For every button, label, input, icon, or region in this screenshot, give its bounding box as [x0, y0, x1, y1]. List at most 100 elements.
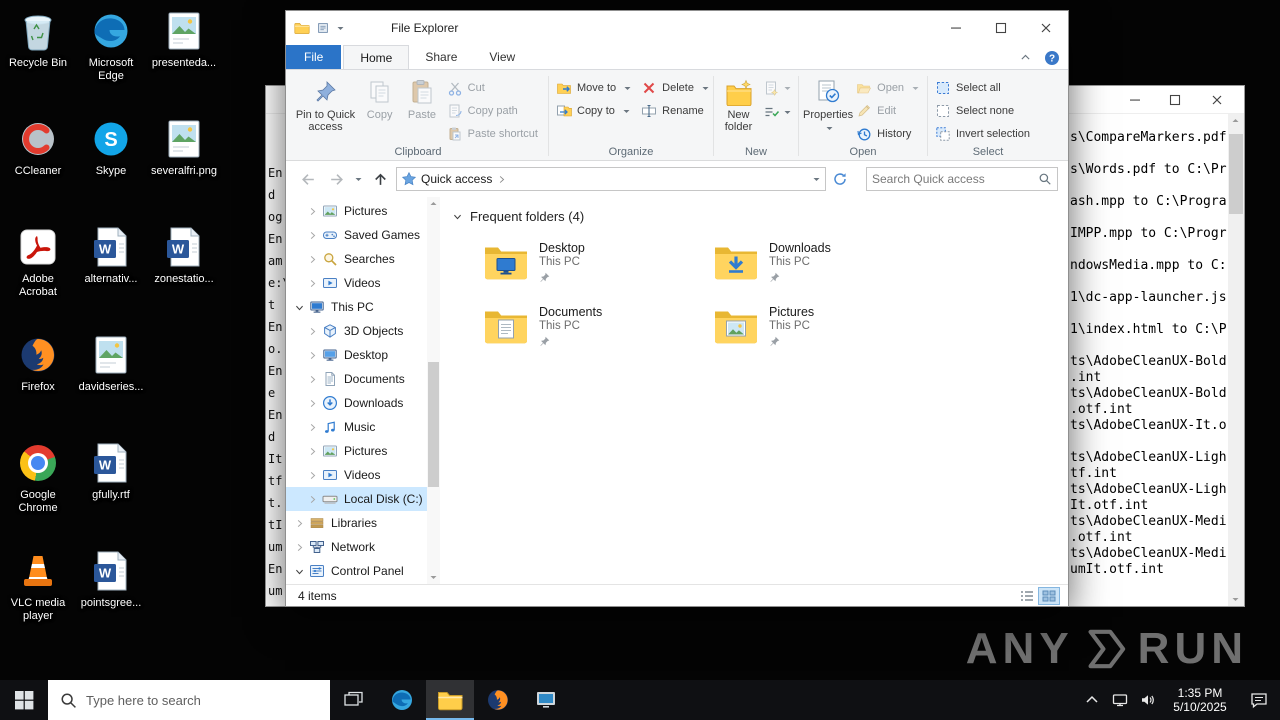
- desktop-icon-skype[interactable]: S Skype: [75, 116, 147, 220]
- bg-maximize-button[interactable]: [1162, 90, 1188, 110]
- nav-item-desktop[interactable]: Desktop: [286, 343, 440, 367]
- address-box[interactable]: Quick access: [396, 167, 826, 191]
- new-item-button[interactable]: [761, 77, 794, 99]
- desktop-icon-davidseries-img[interactable]: davidseries...: [75, 332, 147, 436]
- desktop-icon-pointsgree-doc[interactable]: Wpointsgree...: [75, 548, 147, 652]
- desktop-icon-presenteda-png[interactable]: presenteda...: [148, 8, 220, 112]
- bg-minimize-button[interactable]: [1122, 90, 1148, 110]
- nav-item-this-pc[interactable]: This PC: [286, 295, 440, 319]
- minimize-button[interactable]: [933, 12, 978, 45]
- nav-item-pictures[interactable]: Pictures: [286, 199, 440, 223]
- explorer-search-input[interactable]: [872, 172, 1038, 186]
- chevron-right-icon[interactable]: [307, 398, 319, 409]
- scrollbar-thumb[interactable]: [428, 362, 439, 487]
- invert-selection-button[interactable]: Invert selection: [932, 123, 1036, 145]
- chevron-right-icon[interactable]: [307, 422, 319, 433]
- folder-tile-desktop[interactable]: Desktop This PC: [482, 240, 700, 304]
- scroll-up-icon[interactable]: [429, 199, 438, 208]
- refresh-button[interactable]: [826, 167, 854, 191]
- scroll-down-icon[interactable]: [1231, 595, 1240, 604]
- desktop-icon-adobe-acrobat[interactable]: Adobe Acrobat: [2, 224, 74, 328]
- volume-button[interactable]: [1134, 680, 1162, 720]
- easy-access-button[interactable]: [761, 101, 794, 123]
- chevron-right-icon[interactable]: [307, 206, 319, 217]
- tab-share[interactable]: Share: [409, 45, 473, 69]
- nav-item-3d-objects[interactable]: 3D Objects: [286, 319, 440, 343]
- chevron-right-icon[interactable]: [307, 230, 319, 241]
- delete-button[interactable]: Delete: [638, 77, 716, 99]
- explorer-search-box[interactable]: [866, 167, 1058, 191]
- nav-item-videos[interactable]: Videos: [286, 463, 440, 487]
- pin-to-quick-access-button[interactable]: Pin to Quick access: [292, 75, 359, 133]
- qat-properties-button[interactable]: [316, 21, 330, 35]
- tray-expand-button[interactable]: [1078, 680, 1106, 720]
- network-button[interactable]: [1106, 680, 1134, 720]
- chevron-right-icon[interactable]: [307, 326, 319, 337]
- taskbar-edge-button[interactable]: [378, 680, 426, 720]
- scrollbar-thumb[interactable]: [1229, 134, 1243, 214]
- properties-button[interactable]: Properties: [803, 75, 853, 133]
- folder-tile-pictures[interactable]: Pictures This PC: [712, 304, 930, 368]
- chevron-right-icon[interactable]: [307, 254, 319, 265]
- copy-button[interactable]: Copy: [359, 75, 400, 121]
- desktop-icon-vlc-media-player[interactable]: VLC media player: [2, 548, 74, 652]
- nav-item-pictures[interactable]: Pictures: [286, 439, 440, 463]
- scroll-up-icon[interactable]: [1231, 116, 1240, 125]
- copy-path-button[interactable]: Copy path: [444, 100, 544, 122]
- address-dropdown-icon[interactable]: [812, 175, 821, 184]
- recent-locations-button[interactable]: [350, 167, 366, 191]
- desktop-icon-gfully-rtf[interactable]: Wgfully.rtf: [75, 440, 147, 544]
- minimize-ribbon-icon[interactable]: [1019, 51, 1032, 64]
- nav-scrollbar[interactable]: [427, 197, 440, 584]
- paste-shortcut-button[interactable]: Paste shortcut: [444, 123, 544, 145]
- background-window-scrollbar[interactable]: [1228, 114, 1244, 606]
- open-button[interactable]: Open: [853, 77, 926, 99]
- taskbar-search[interactable]: [48, 680, 330, 720]
- collapse-chevron-icon[interactable]: [452, 211, 463, 222]
- nav-item-downloads[interactable]: Downloads: [286, 391, 440, 415]
- chevron-right-icon[interactable]: [307, 494, 319, 505]
- taskbar-search-input[interactable]: [86, 692, 318, 708]
- chevron-right-icon[interactable]: [294, 542, 306, 553]
- bg-close-button[interactable]: [1204, 90, 1230, 110]
- desktop-icon-recycle-bin[interactable]: Recycle Bin: [2, 8, 74, 112]
- paste-button[interactable]: Paste: [400, 75, 443, 121]
- chevron-right-icon[interactable]: [307, 374, 319, 385]
- scroll-down-icon[interactable]: [429, 573, 438, 582]
- nav-item-documents[interactable]: Documents: [286, 367, 440, 391]
- edit-button[interactable]: Edit: [853, 100, 926, 122]
- rename-button[interactable]: Rename: [638, 100, 716, 122]
- folder-tile-downloads[interactable]: Downloads This PC: [712, 240, 930, 304]
- new-folder-button[interactable]: New folder: [718, 75, 759, 133]
- start-button[interactable]: [0, 680, 48, 720]
- desktop-icon-ccleaner[interactable]: CCleaner: [2, 116, 74, 220]
- nav-item-control-panel[interactable]: Control Panel: [286, 559, 440, 583]
- breadcrumb-chevron-icon[interactable]: [496, 174, 507, 185]
- back-button[interactable]: [294, 167, 322, 191]
- chevron-right-icon[interactable]: [307, 470, 319, 481]
- chevron-down-icon[interactable]: [294, 302, 306, 313]
- help-icon[interactable]: ?: [1044, 50, 1060, 66]
- move-to-button[interactable]: Move to: [553, 77, 638, 99]
- close-button[interactable]: [1023, 12, 1068, 45]
- desktop-icon-severalfri-png[interactable]: severalfri.png: [148, 116, 220, 220]
- history-button[interactable]: History: [853, 123, 926, 145]
- qat-dropdown-icon[interactable]: [336, 24, 345, 33]
- chevron-right-icon[interactable]: [307, 278, 319, 289]
- taskbar-app-window-button[interactable]: [522, 680, 570, 720]
- chevron-down-icon[interactable]: [294, 566, 306, 577]
- copy-to-button[interactable]: Copy to: [553, 100, 638, 122]
- frequent-folders-header[interactable]: Frequent folders (4): [452, 209, 1068, 224]
- details-view-button[interactable]: [1016, 587, 1038, 605]
- nav-item-videos[interactable]: Videos: [286, 271, 440, 295]
- chevron-right-icon[interactable]: [307, 350, 319, 361]
- up-button[interactable]: [366, 167, 394, 191]
- breadcrumb[interactable]: Quick access: [421, 172, 492, 186]
- desktop-icon-zonestatio-doc[interactable]: Wzonestatio...: [148, 224, 220, 328]
- tab-file[interactable]: File: [286, 45, 342, 69]
- nav-item-local-disk-c[interactable]: Local Disk (C:): [286, 487, 440, 511]
- chevron-right-icon[interactable]: [307, 446, 319, 457]
- clock[interactable]: 1:35 PM 5/10/2025: [1162, 686, 1238, 714]
- chevron-right-icon[interactable]: [294, 518, 306, 529]
- taskbar-firefox-button[interactable]: [474, 680, 522, 720]
